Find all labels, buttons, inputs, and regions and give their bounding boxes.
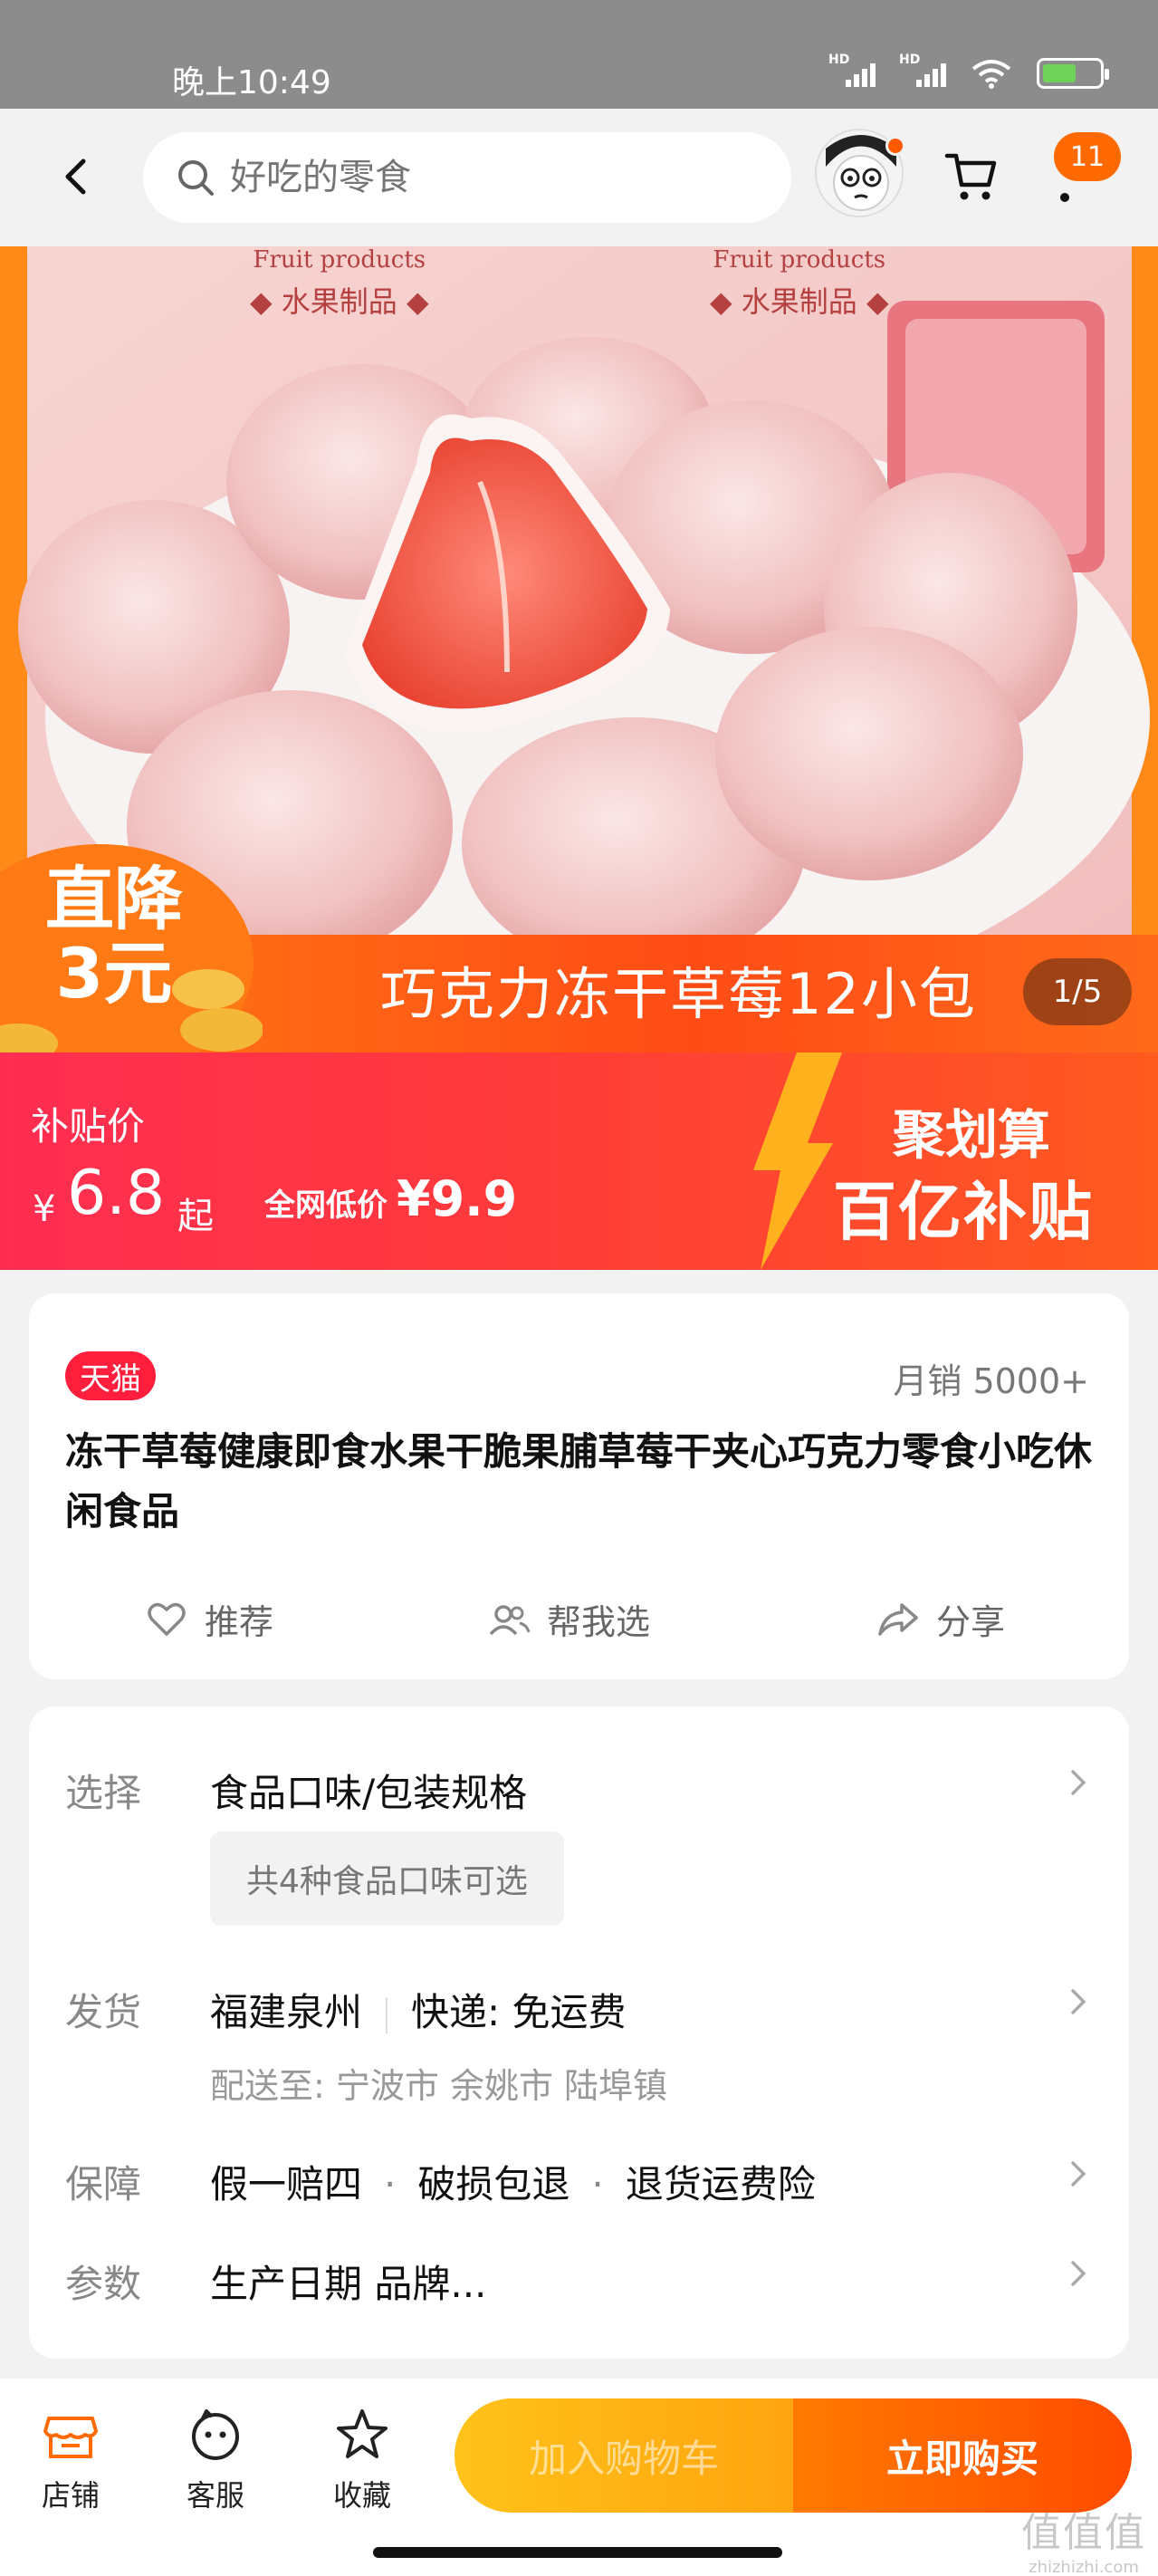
product-actions: 推荐 帮我选 分享 [29,1585,1129,1648]
flavor-chip[interactable]: 共4种食品口味可选 [210,1831,564,1926]
search-input[interactable] [230,157,737,198]
search-icon [178,160,214,196]
product-title: 冻干草莓健康即食水果干脆果脯草莓干夹心巧克力零食小吃休闲食品 [65,1429,1093,1533]
select-value: 食品口味/包装规格 [210,1771,528,1815]
lowest-price-value: ¥9.9 [397,1170,518,1227]
guarantee-list: 假一赔四 · 破损包退 · 退货运费险 [210,2154,816,2209]
favorite-button[interactable]: 收藏 [308,2406,416,2514]
options-card: 选择 食品口味/包装规格 共4种食品口味可选 发货 福建泉州 快递: 免运费 配送… [29,1706,1129,2359]
shipping-method: 快递: 免运费 [411,1990,627,2034]
chevron-right-icon [1071,2261,1086,2286]
store-button[interactable]: 店铺 [16,2406,125,2514]
watermark-logo: 值值值 [1021,2510,1146,2556]
promo-title: 聚划算 [893,1104,1051,1166]
customer-service-button[interactable]: 客服 [161,2406,270,2514]
guarantee-item: 破损包退 [417,2162,570,2206]
chevron-right-icon [1071,1989,1086,2014]
product-image-carousel[interactable]: Fruit products ◆ 水果制品 ◆ Fruit products ◆… [0,246,1158,1053]
subsidy-price: 6.8 [67,1158,166,1229]
favorite-label: 收藏 [332,2478,391,2513]
select-key: 选择 [65,1771,142,1815]
help-me-choose-label: 帮我选 [547,1602,651,1642]
more-icon[interactable] [1059,192,1096,203]
image-counter: 1/5 [1023,958,1132,1025]
buy-now-button[interactable]: 立即购买 [793,2398,1132,2513]
price-drop-text: 直降 3元 [45,859,183,1014]
search-bar[interactable] [143,132,791,223]
hero-caption: 巧克力冻干草莓12小包 [380,961,977,1027]
signal-icon: HD [828,53,876,87]
lowest-price-label: 全网低价 [264,1187,388,1224]
promo-subtitle: 百亿补贴 [833,1175,1094,1249]
dot-separator: · [384,2162,397,2206]
signal-icon: HD [899,53,946,87]
status-icons: HD HD [828,53,1109,89]
status-time: 晚上10:49 [172,64,331,101]
recommend-label: 推荐 [205,1602,274,1642]
notification-dot [885,136,905,156]
chevron-right-icon [1071,1770,1086,1795]
people-icon [489,1604,531,1635]
watermark: 值值值 zhizhizhi.com [1021,2500,1146,2576]
share-icon [878,1602,918,1636]
currency-symbol: ¥ [33,1188,56,1230]
cart-icon[interactable] [943,149,1000,205]
product-info-card: 天猫 月销 5000+ 冻干草莓健康即食水果干脆果脯草莓干夹心巧克力零食小吃休闲… [29,1293,1129,1679]
tmall-badge: 天猫 [65,1351,156,1400]
shipping-info: 福建泉州 快递: 免运费 [210,1982,627,2037]
shipping-key: 发货 [65,1990,142,2034]
add-to-cart-button[interactable]: 加入购物车 [455,2398,793,2513]
recommend-button[interactable]: 推荐 [145,1594,273,1644]
store-label: 店铺 [41,2478,100,2513]
dot-separator: · [591,2162,604,2206]
message-count-badge[interactable]: 11 [1054,132,1121,181]
watermark-url: zhizhizhi.com [1029,2558,1139,2576]
hero-label-left: Fruit products ◆ 水果制品 ◆ [250,246,429,319]
battery-icon [1037,58,1109,89]
subsidy-label: 补贴价 [31,1104,146,1149]
shipping-origin: 福建泉州 [210,1990,363,2034]
params-key: 参数 [65,2262,142,2306]
status-bar: 晚上10:49 HD HD [0,0,1158,109]
home-indicator[interactable] [373,2547,782,2558]
chevron-right-icon [1071,2161,1086,2187]
delivery-destination: 配送至: 宁波市 余姚市 陆埠镇 [210,2066,668,2106]
back-icon[interactable] [54,154,100,199]
top-nav: 11 [0,109,1158,246]
help-me-choose-button[interactable]: 帮我选 [487,1594,650,1644]
customer-service-icon [192,2409,239,2460]
lowest-price: 全网低价 ¥9.9 [264,1170,517,1227]
heart-icon [148,1602,186,1636]
guarantee-item: 假一赔四 [210,2162,363,2206]
share-button[interactable]: 分享 [876,1594,1005,1644]
wifi-icon [971,60,1011,89]
monthly-sales: 月销 5000+ [893,1361,1089,1401]
customer-service-label: 客服 [186,2478,244,2513]
star-icon [337,2409,388,2458]
divider [386,1996,388,2033]
hero-label-right: Fruit products ◆ 水果制品 ◆ [710,246,889,319]
params-value: 生产日期 品牌... [210,2262,487,2306]
share-label: 分享 [936,1602,1006,1642]
lightning-icon [753,1053,842,1270]
price-suffix: 起 [177,1196,214,1237]
guarantee-key: 保障 [65,2162,142,2206]
store-icon [43,2417,98,2458]
guarantee-item: 退货运费险 [625,2162,816,2206]
subsidy-banner[interactable]: 补贴价 ¥ 6.8 起 全网低价 ¥9.9 聚划算 百亿补贴 [0,1053,1158,1270]
